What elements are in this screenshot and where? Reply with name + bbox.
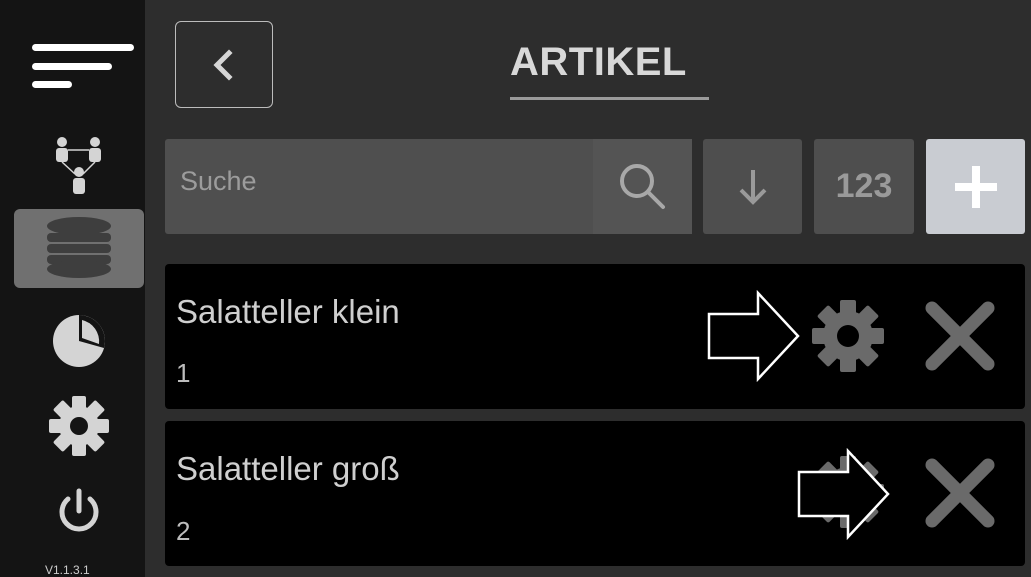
chevron-left-icon xyxy=(213,48,233,81)
database-icon xyxy=(47,216,111,278)
gear-icon xyxy=(49,396,109,456)
delete-button[interactable] xyxy=(920,453,1000,533)
add-button[interactable] xyxy=(926,139,1025,234)
sidebar-item-power[interactable] xyxy=(14,480,144,540)
close-icon xyxy=(925,301,995,371)
sort-button[interactable] xyxy=(703,139,802,234)
arrow-right-icon xyxy=(707,290,800,382)
article-number: 2 xyxy=(176,516,191,546)
users-network-icon xyxy=(56,137,101,194)
version-label: V1.1.3.1 xyxy=(45,563,90,577)
hamburger-icon xyxy=(32,44,134,88)
article-number: 1 xyxy=(176,358,191,388)
search-icon xyxy=(619,163,665,209)
sidebar-item-users[interactable] xyxy=(14,132,144,198)
article-name: Salatteller groß xyxy=(176,450,400,487)
plus-icon xyxy=(954,165,997,208)
sidebar-item-articles[interactable] xyxy=(14,209,144,288)
title-underline xyxy=(510,97,709,100)
arrow-right-icon xyxy=(797,448,890,540)
sidebar-item-statistics[interactable] xyxy=(14,305,144,377)
numeric-sort-button[interactable]: 123 xyxy=(814,139,914,234)
search-placeholder: Suche xyxy=(180,166,257,196)
power-icon xyxy=(59,488,99,532)
search-button[interactable] xyxy=(593,139,692,234)
list-item[interactable] xyxy=(165,421,1025,566)
menu-button[interactable] xyxy=(20,36,135,96)
list-item[interactable] xyxy=(165,264,1025,409)
sidebar-item-settings[interactable] xyxy=(14,390,144,462)
delete-button[interactable] xyxy=(920,296,1000,376)
gear-icon xyxy=(812,300,884,372)
article-name: Salatteller klein xyxy=(176,293,400,330)
page-title: ARTIKEL xyxy=(510,40,687,84)
numeric-sort-label: 123 xyxy=(835,167,893,205)
pie-chart-icon xyxy=(53,315,105,367)
edit-button[interactable] xyxy=(808,296,888,376)
close-icon xyxy=(925,458,995,528)
back-button[interactable] xyxy=(175,21,273,108)
arrow-down-icon xyxy=(739,169,766,205)
